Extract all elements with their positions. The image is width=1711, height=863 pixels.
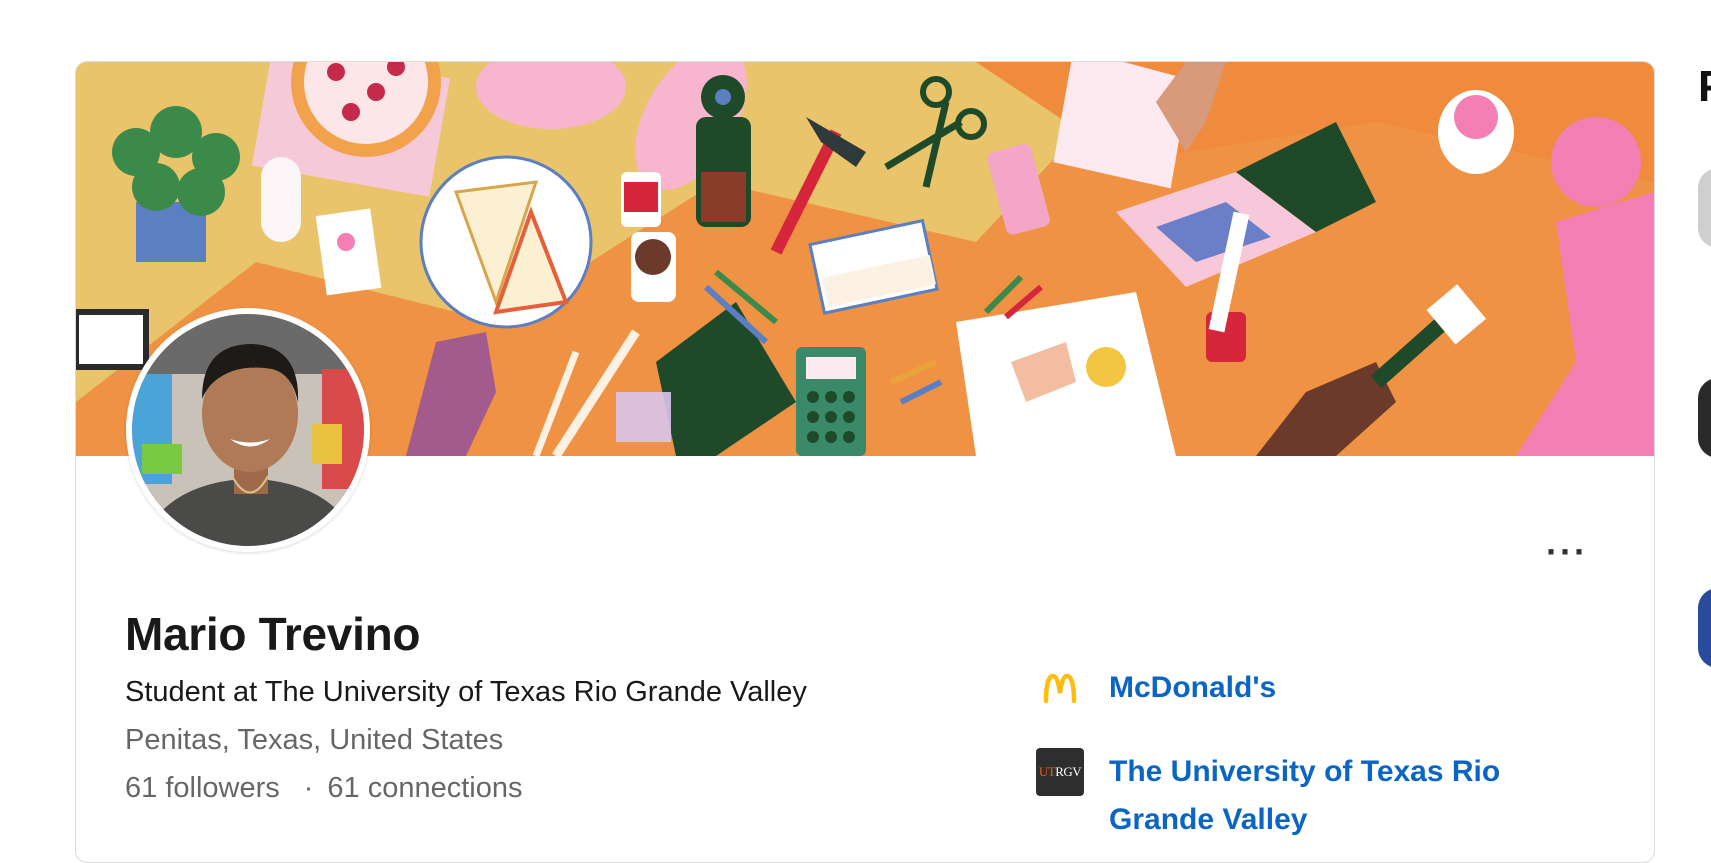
connections-count[interactable]: 61 connections — [327, 772, 522, 804]
profile-card: ··· Mario Trevino Student at The Univers… — [75, 61, 1655, 863]
profile-name: Mario Trevino — [125, 608, 421, 660]
org-utrgv[interactable]: UTRGV The University of Texas Rio Grande… — [1036, 748, 1556, 844]
mcdonalds-logo-icon — [1036, 664, 1084, 712]
sidebar-avatar-peek[interactable] — [1698, 168, 1711, 248]
utrgv-logo-text: UTRGV — [1038, 764, 1082, 779]
right-sidebar-peek: P — [1695, 0, 1711, 831]
more-options-button[interactable]: ··· — [1546, 534, 1588, 570]
profile-location: Penitas, Texas, United States — [125, 724, 504, 756]
utrgv-logo-icon: UTRGV — [1036, 748, 1084, 796]
org-label-mcdonalds[interactable]: McDonald's — [1109, 664, 1276, 712]
profile-stats: 61 followers · 61 connections — [125, 772, 523, 805]
sidebar-heading-peek: P — [1698, 62, 1711, 112]
org-mcdonalds[interactable]: McDonald's — [1036, 664, 1276, 712]
sidebar-avatar-peek[interactable] — [1698, 378, 1711, 458]
profile-photo[interactable] — [126, 308, 370, 552]
avatar-image — [132, 314, 364, 546]
stats-separator: · — [303, 772, 314, 804]
org-label-utrgv[interactable]: The University of Texas Rio Grande Valle… — [1109, 748, 1556, 844]
followers-count[interactable]: 61 followers — [125, 772, 280, 804]
profile-headline: Student at The University of Texas Rio G… — [125, 676, 807, 708]
sidebar-avatar-peek[interactable] — [1698, 588, 1711, 668]
